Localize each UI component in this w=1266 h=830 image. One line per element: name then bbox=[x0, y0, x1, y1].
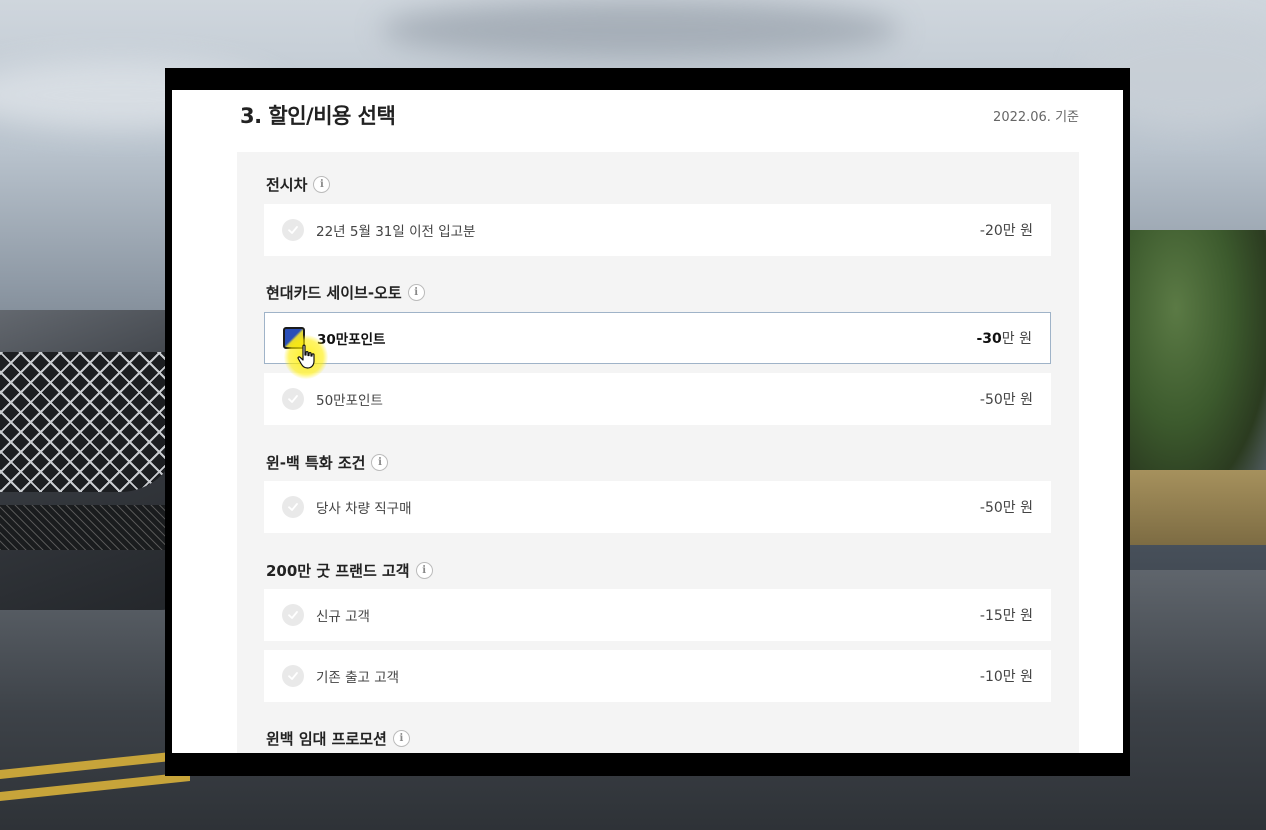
info-icon[interactable]: i bbox=[371, 454, 389, 471]
group-title-label: 윈백 임대 프로모션 bbox=[266, 730, 387, 748]
group-title-label: 전시차 bbox=[266, 176, 308, 194]
section-title: 3. 할인/비용 선택 bbox=[240, 104, 396, 128]
option-price: -15만 원 bbox=[979, 608, 1033, 624]
option-existing-customer[interactable]: 기존 출고 고객 -10만 원 bbox=[264, 650, 1051, 702]
check-icon bbox=[282, 604, 304, 626]
background-trees bbox=[1116, 230, 1266, 490]
option-label: 기존 출고 고객 bbox=[316, 670, 400, 686]
check-icon bbox=[282, 388, 304, 410]
option-price: -20만 원 bbox=[979, 223, 1033, 239]
discount-panel: 3. 할인/비용 선택 2022.06. 기준 전시차 i 22년 5월 31일… bbox=[172, 90, 1123, 753]
group-title-label: 윈-백 특화 조건 bbox=[266, 454, 366, 472]
option-price: -50만 원 bbox=[979, 392, 1033, 408]
group-title-label: 현대카드 세이브-오토 bbox=[266, 284, 402, 302]
group-title-hyundai-card: 현대카드 세이브-오토 i bbox=[266, 282, 425, 303]
checked-checkbox-icon[interactable] bbox=[283, 327, 305, 349]
background-grass bbox=[1130, 470, 1266, 545]
option-price-amount: -30 bbox=[976, 331, 1002, 347]
info-icon[interactable]: i bbox=[392, 730, 410, 747]
info-icon[interactable]: i bbox=[313, 176, 331, 193]
group-title-winback-lease: 윈백 임대 프로모션 i bbox=[266, 728, 410, 749]
option-label: 당사 차량 직구매 bbox=[316, 501, 412, 517]
group-title-good-friend: 200만 굿 프랜드 고객 i bbox=[266, 560, 433, 581]
option-new-customer[interactable]: 신규 고객 -15만 원 bbox=[264, 589, 1051, 641]
option-price-unit: 만 원 bbox=[1001, 331, 1032, 347]
check-icon bbox=[282, 219, 304, 241]
info-icon[interactable]: i bbox=[407, 284, 425, 301]
option-direct-purchase[interactable]: 당사 차량 직구매 -50만 원 bbox=[264, 481, 1051, 533]
check-icon bbox=[282, 665, 304, 687]
option-price: -10만 원 bbox=[979, 669, 1033, 685]
group-title-label: 200만 굿 프랜드 고객 bbox=[266, 562, 410, 580]
option-price: -30만 원 bbox=[976, 328, 1032, 348]
option-30-points[interactable]: 30만포인트 -30만 원 bbox=[264, 312, 1051, 364]
background-car bbox=[0, 300, 185, 640]
option-price: -50만 원 bbox=[979, 500, 1033, 516]
option-label: 30만포인트 bbox=[317, 332, 386, 348]
date-note: 2022.06. 기준 bbox=[993, 110, 1079, 125]
option-50-points[interactable]: 50만포인트 -50만 원 bbox=[264, 373, 1051, 425]
option-label: 22년 5월 31일 이전 입고분 bbox=[316, 224, 476, 240]
check-icon bbox=[282, 496, 304, 518]
group-title-display-car: 전시차 i bbox=[266, 174, 331, 195]
discount-options-container: 전시차 i 22년 5월 31일 이전 입고분 -20만 원 현대카드 세이브-… bbox=[237, 152, 1079, 753]
background-cloud bbox=[380, 0, 900, 60]
info-icon[interactable]: i bbox=[415, 562, 433, 579]
option-display-car[interactable]: 22년 5월 31일 이전 입고분 -20만 원 bbox=[264, 204, 1051, 256]
option-label: 신규 고객 bbox=[316, 609, 370, 625]
group-title-winback: 윈-백 특화 조건 i bbox=[266, 452, 389, 473]
option-label: 50만포인트 bbox=[316, 393, 383, 409]
